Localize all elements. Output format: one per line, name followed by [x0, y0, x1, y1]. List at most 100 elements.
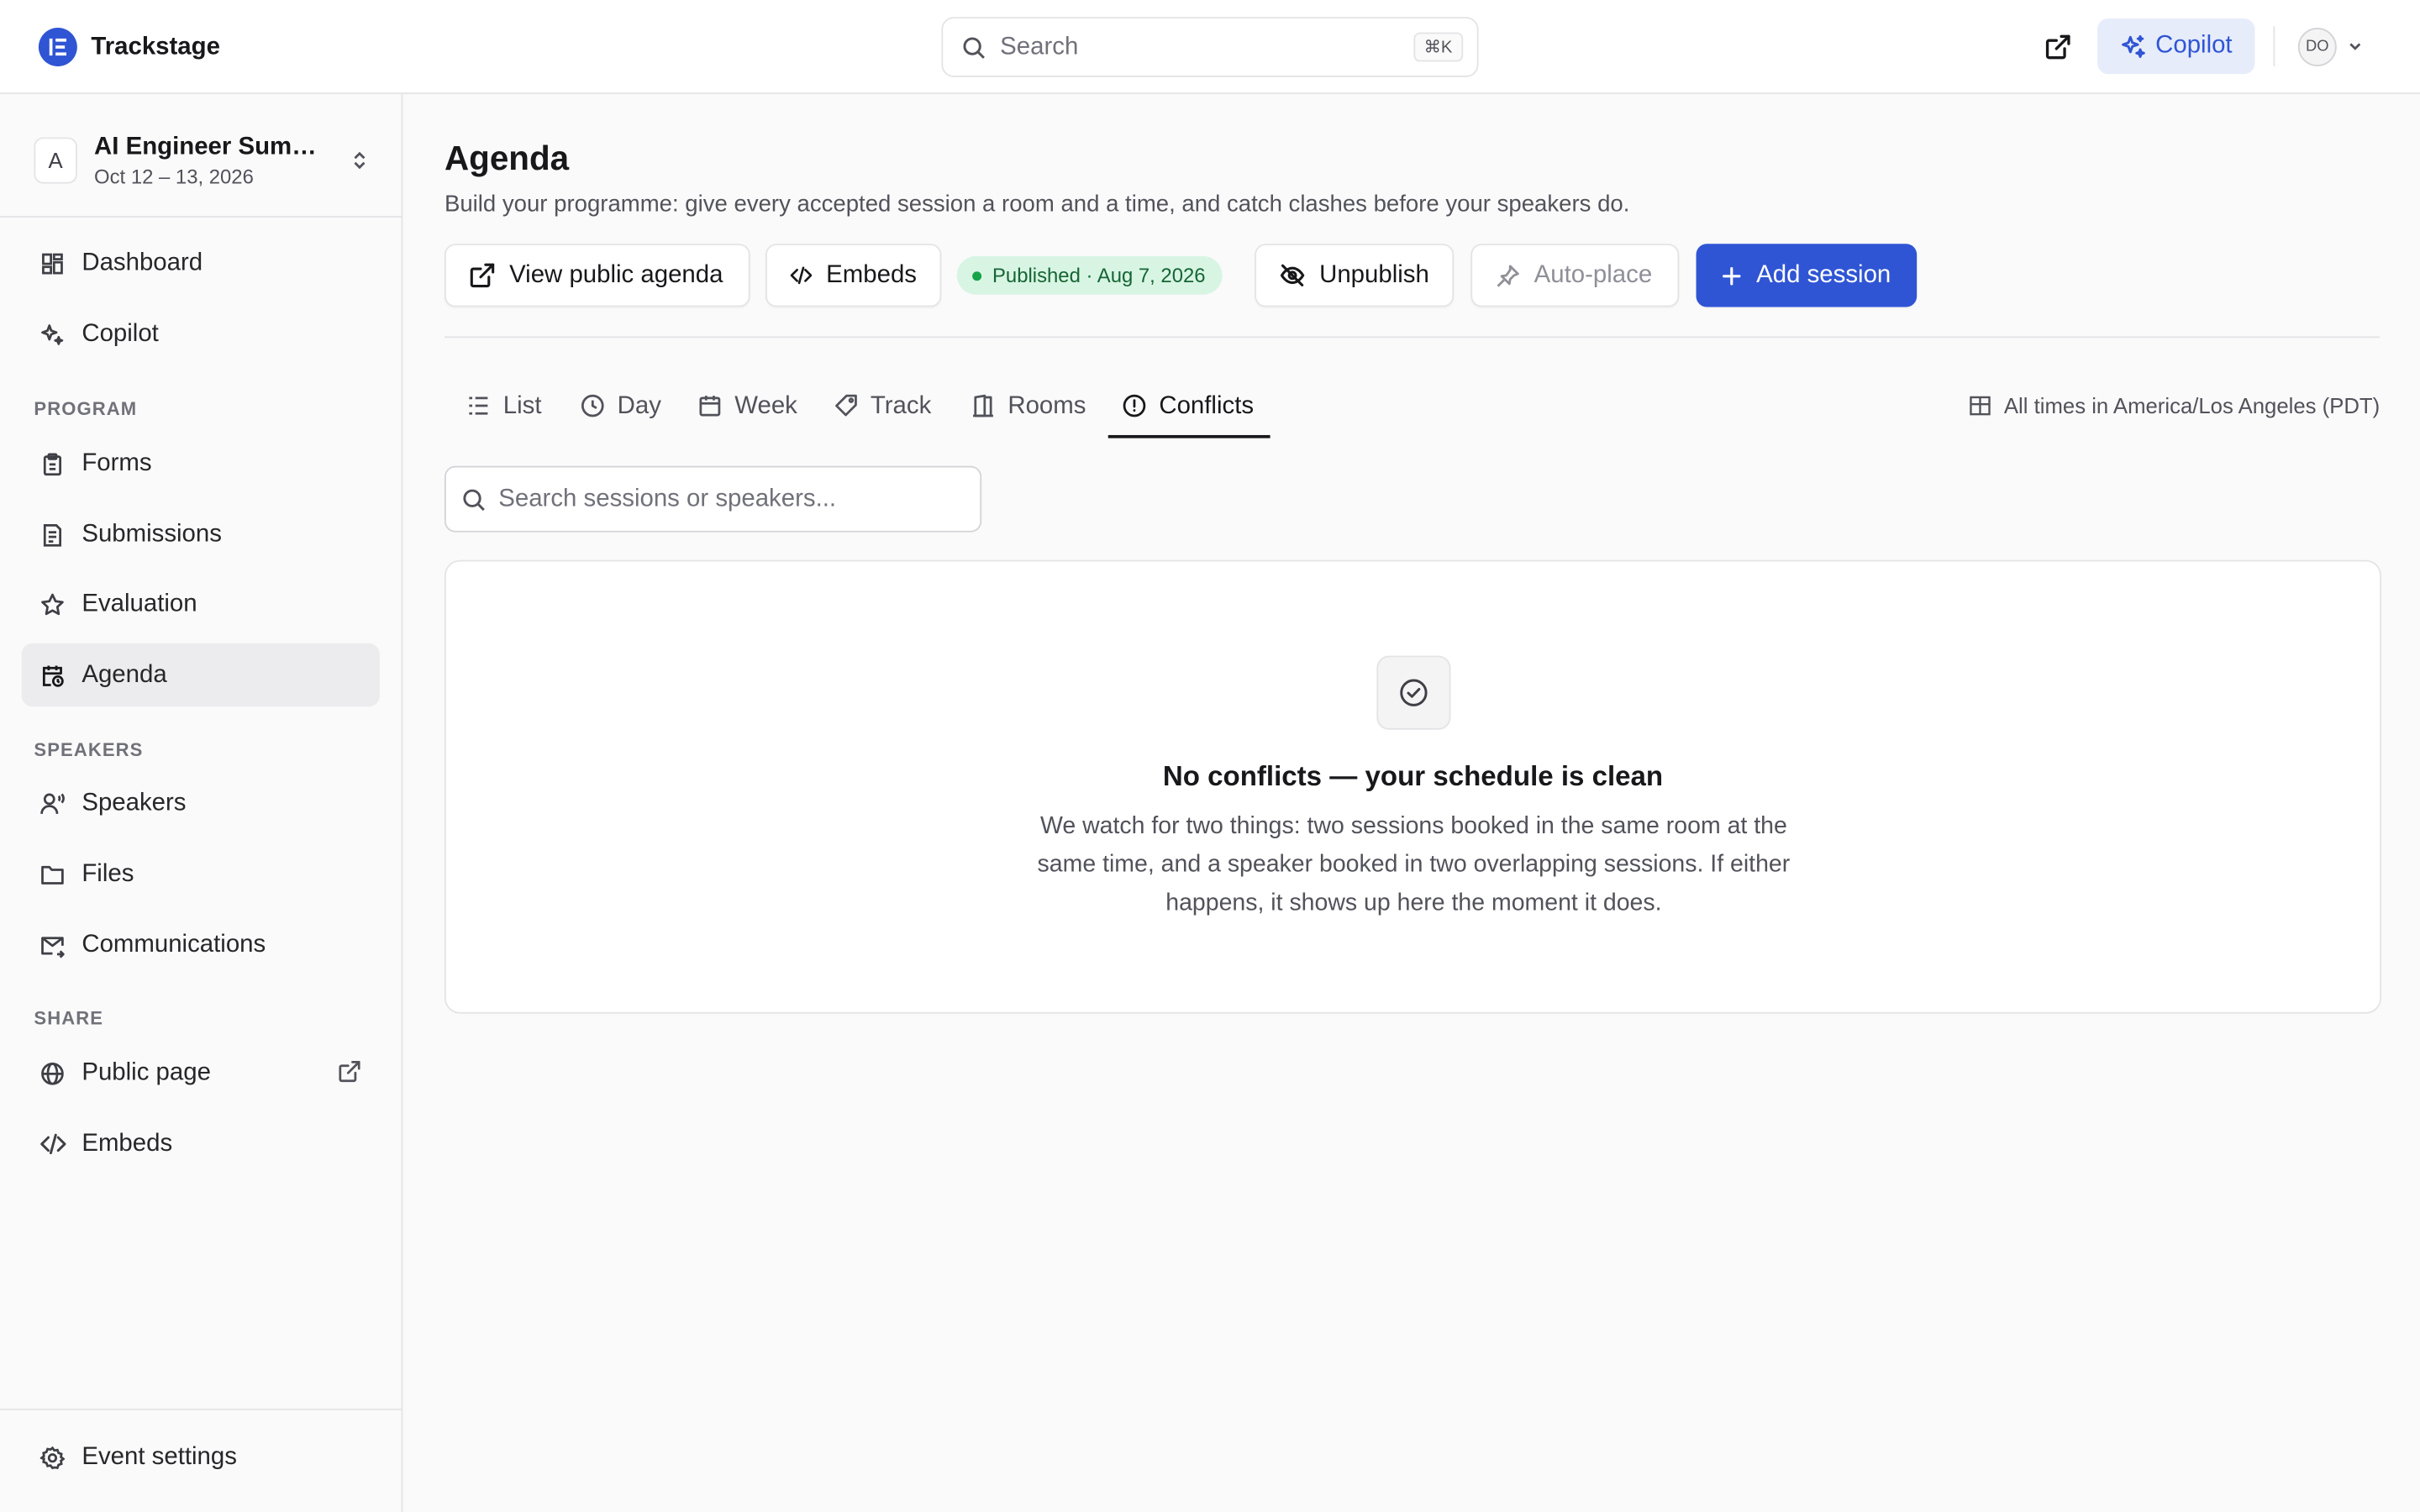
view-public-agenda-button[interactable]: View public agenda: [444, 244, 750, 307]
sidebar-item-speakers[interactable]: Speakers: [22, 771, 380, 834]
dashboard-icon: [39, 249, 66, 277]
grid-icon: [1970, 396, 1991, 416]
user-avatar[interactable]: DO: [2297, 28, 2337, 66]
sidebar-item-submissions[interactable]: Submissions: [22, 503, 380, 566]
event-initial: A: [34, 137, 77, 184]
copilot-label: Copilot: [2155, 32, 2233, 59]
tab-label: Week: [734, 393, 797, 420]
sidebar-item-label: Dashboard: [82, 249, 203, 276]
search-shortcut: ⌘K: [1413, 32, 1464, 62]
section-label-share: SHARE: [34, 1007, 104, 1030]
pin-icon: [1497, 264, 1519, 286]
sidebar-item-embeds[interactable]: Embeds: [22, 1112, 380, 1175]
tab-label: List: [502, 393, 542, 420]
app-window: Trackstage Search ⌘K Copilot DO A AI Eng…: [0, 0, 2420, 1512]
conflicts-empty-state: No conflicts — your schedule is clean We…: [444, 559, 2382, 1014]
chevron-up-down-icon: [354, 151, 366, 170]
tab-label: Rooms: [1007, 393, 1086, 420]
event-dates: Oct 12 – 13, 2026: [94, 164, 254, 188]
plus-icon: [1723, 266, 1741, 285]
sidebar-item-label: Communications: [82, 931, 266, 958]
tab-day[interactable]: Day: [566, 386, 675, 438]
tab-label: Conflicts: [1159, 393, 1255, 420]
sidebar-item-label: Forms: [82, 449, 152, 476]
sidebar-item-public-page[interactable]: Public page: [22, 1042, 380, 1105]
sidebar-item-label: Copilot: [82, 320, 159, 347]
open-external-button[interactable]: [2040, 29, 2074, 63]
clipboard-icon: [39, 449, 66, 477]
tab-label: Day: [617, 393, 661, 420]
eye-off-icon: [1280, 264, 1305, 286]
copilot-button[interactable]: Copilot: [2097, 18, 2255, 75]
external-link-icon: [338, 1060, 361, 1091]
header-divider-line: [444, 336, 2381, 339]
auto-place-button[interactable]: Auto-place: [1470, 244, 1680, 307]
sidebar-item-dashboard[interactable]: Dashboard: [22, 232, 380, 295]
sparkle-icon: [2121, 34, 2145, 58]
section-label-program: PROGRAM: [34, 397, 138, 420]
sidebar-item-copilot[interactable]: Copilot: [22, 302, 380, 365]
door-icon: [973, 394, 993, 417]
embeds-label: Embeds: [826, 261, 917, 288]
mail-send-icon: [39, 931, 66, 958]
tab-label: Track: [870, 393, 932, 420]
globe-icon: [39, 1059, 66, 1087]
status-text: Published · Aug 7, 2026: [992, 264, 1206, 287]
unpublish-label: Unpublish: [1319, 261, 1429, 288]
sidebar-item-label: Submissions: [82, 520, 222, 548]
global-search[interactable]: Search ⌘K: [941, 17, 1479, 77]
sidebar-item-forms[interactable]: Forms: [22, 432, 380, 495]
sidebar-footer-divider: [0, 1408, 402, 1410]
status-dot: [972, 270, 982, 281]
document-list-icon: [39, 521, 66, 549]
folder-icon: [39, 860, 66, 888]
section-label-speakers: SPEAKERS: [34, 738, 144, 761]
page-title: Agenda: [444, 139, 570, 178]
event-name: AI Engineer Summ...: [94, 133, 329, 160]
status-badge: Published · Aug 7, 2026: [956, 255, 1223, 295]
tab-track[interactable]: Track: [819, 386, 945, 438]
page-subtitle: Build your programme: give every accepte…: [444, 191, 1630, 218]
external-link-icon: [2044, 34, 2070, 59]
clock-icon: [581, 394, 604, 417]
sidebar-item-communications[interactable]: Communications: [22, 913, 380, 976]
timezone-text: All times in America/Los Angeles (PDT): [2003, 393, 2381, 418]
search-icon: [963, 36, 985, 58]
list-icon: [469, 396, 488, 415]
external-link-icon: [470, 263, 495, 288]
sidebar-item-event-settings[interactable]: Event settings: [22, 1425, 380, 1488]
code-icon: [790, 266, 813, 285]
sidebar-item-label: Evaluation: [82, 590, 197, 617]
sidebar: A AI Engineer Summ... Oct 12 – 13, 2026 …: [0, 94, 403, 1512]
sidebar-item-agenda[interactable]: Agenda: [21, 643, 380, 707]
auto-place-label: Auto-place: [1534, 261, 1653, 288]
sidebar-item-files[interactable]: Files: [22, 843, 380, 906]
brand[interactable]: Trackstage: [38, 28, 220, 66]
timezone-note: All times in America/Los Angeles (PDT): [1970, 393, 2381, 418]
sidebar-item-label: Agenda: [82, 661, 167, 688]
event-switcher[interactable]: A AI Engineer Summ... Oct 12 – 13, 2026: [34, 129, 370, 191]
brand-name: Trackstage: [91, 33, 220, 60]
tab-week[interactable]: Week: [684, 386, 812, 438]
search-placeholder: Search: [1000, 33, 1079, 60]
header-divider: [2273, 26, 2275, 66]
tab-list[interactable]: List: [452, 386, 555, 438]
sidebar-item-label: Public page: [82, 1058, 211, 1086]
sidebar-item-label: Embeds: [82, 1130, 173, 1157]
sparkle-icon: [39, 320, 66, 348]
unpublish-button[interactable]: Unpublish: [1255, 244, 1455, 307]
chevron-down-icon[interactable]: [2346, 37, 2365, 55]
calendar-clock-icon: [39, 661, 66, 689]
speaker-icon: [39, 789, 66, 816]
add-session-button[interactable]: Add session: [1696, 244, 1918, 307]
embeds-button[interactable]: Embeds: [765, 244, 942, 307]
star-icon: [39, 591, 66, 618]
sidebar-item-evaluation[interactable]: Evaluation: [22, 572, 380, 635]
gear-icon: [39, 1443, 66, 1471]
sidebar-item-label: Event settings: [82, 1443, 237, 1470]
sidebar-item-label: Files: [82, 859, 134, 887]
tab-conflicts[interactable]: Conflicts: [1107, 386, 1270, 438]
tab-rooms[interactable]: Rooms: [957, 386, 1100, 438]
session-search-input[interactable]: Search sessions or speakers...: [444, 465, 982, 533]
alert-circle-icon: [1123, 394, 1146, 417]
